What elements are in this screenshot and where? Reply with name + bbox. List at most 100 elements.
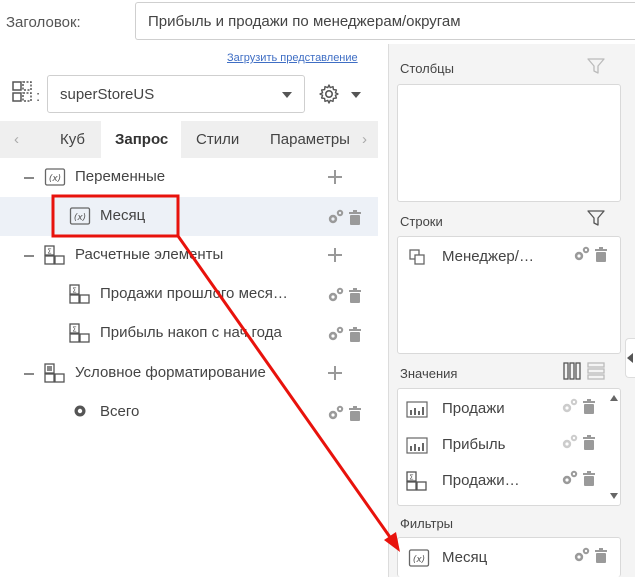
tree-label: Продажи прошлого меся… [100, 285, 288, 302]
variable-icon: (x) [44, 166, 66, 188]
svg-text:(x): (x) [74, 213, 86, 223]
cube-select-value: superStoreUS [60, 86, 155, 103]
svg-text:Σ: Σ [72, 287, 76, 295]
title-input[interactable]: Прибыль и продажи по менеджерам/округам [135, 2, 635, 40]
delete-trash-icon [583, 399, 595, 414]
tree-item-month[interactable]: (x) Месяц [0, 197, 378, 236]
tree-item-prev-month-sales[interactable]: Σ Продажи прошлого меся… [0, 275, 378, 314]
settings-gears-icon [328, 326, 344, 341]
chevron-down-icon [282, 92, 292, 98]
tree-group-conditional-format[interactable]: Условное форматирование [0, 354, 378, 393]
row-actions[interactable] [326, 285, 366, 305]
scroll-up-icon[interactable] [610, 395, 618, 401]
svg-text:Σ: Σ [47, 248, 51, 256]
delete-trash-icon [349, 288, 361, 303]
calculated-icon: Σ [69, 322, 91, 344]
columns-title: Столбцы [400, 61, 454, 76]
delete-trash-icon [583, 471, 595, 486]
filter-icon[interactable] [587, 57, 605, 75]
tab-bar: ‹ Куб Запрос Стили Параметры › [0, 121, 378, 158]
filters-item-label[interactable]: Месяц [442, 549, 487, 566]
row-actions[interactable] [326, 207, 366, 227]
add-format-plus-icon[interactable] [328, 366, 342, 380]
panel-collapse-handle[interactable] [625, 338, 635, 378]
tree-label: Расчетные элементы [75, 246, 224, 263]
row-actions[interactable] [572, 545, 612, 565]
filters-title: Фильтры [400, 516, 454, 531]
filter-icon[interactable] [587, 209, 605, 227]
svg-text:(x): (x) [49, 174, 61, 184]
tab-parameters[interactable]: Параметры [258, 121, 362, 158]
tree-label: Месяц [100, 207, 146, 224]
values-scrollbar[interactable] [610, 395, 618, 499]
load-view-link[interactable]: Загрузить представление [227, 52, 358, 64]
row-actions[interactable] [560, 468, 600, 488]
collapse-minus-icon[interactable] [24, 255, 34, 257]
settings-gear-icon[interactable] [317, 82, 341, 106]
tree-item-profit-ytd[interactable]: Σ Прибыль накоп с нач года [0, 314, 378, 353]
settings-gears-icon [328, 405, 344, 420]
cube-colon: : [36, 88, 41, 105]
tree-group-variables[interactable]: (x) Переменные [0, 158, 378, 197]
tree-label: Условное форматирование [75, 364, 266, 381]
rows-item-label[interactable]: Менеджер/… [442, 248, 534, 265]
gear-dropdown-caret-icon[interactable] [351, 92, 361, 98]
scroll-down-icon[interactable] [610, 493, 618, 499]
settings-gears-icon [562, 398, 578, 413]
values-item-label[interactable]: Продажи… [442, 472, 520, 489]
row-actions[interactable] [326, 324, 366, 344]
settings-gears-icon [574, 246, 590, 261]
row-actions[interactable] [572, 244, 612, 264]
radio-dot-icon [73, 403, 95, 425]
conditional-format-icon [44, 362, 66, 384]
tree-label: Переменные [75, 168, 166, 185]
rows-drop-zone[interactable]: Менеджер/… [397, 236, 621, 354]
values-item-label[interactable]: Продажи [442, 400, 505, 417]
add-calculated-plus-icon[interactable] [328, 248, 342, 262]
settings-gears-icon [562, 470, 578, 485]
variable-icon: (x) [408, 547, 430, 569]
tab-query[interactable]: Запрос [101, 121, 181, 158]
settings-gears-icon [328, 209, 344, 224]
tab-scroll-right-icon[interactable]: › [362, 131, 367, 148]
settings-gears-icon [574, 547, 590, 562]
collapse-minus-icon[interactable] [24, 373, 34, 375]
measure-icon [406, 434, 428, 456]
layout-panel: Столбцы Строки Менеджер/… Значения Прода… [389, 44, 635, 577]
rows-title: Строки [400, 214, 443, 229]
tree-group-calculated[interactable]: Σ Расчетные элементы [0, 236, 378, 275]
row-actions[interactable] [560, 432, 600, 452]
tree-item-total[interactable]: Всего [0, 393, 378, 432]
values-item-label[interactable]: Прибыль [442, 436, 505, 453]
svg-text:Σ: Σ [72, 326, 76, 334]
rows-layout-icon[interactable] [587, 362, 605, 380]
measure-icon [406, 398, 428, 420]
tab-scroll-left-icon[interactable]: ‹ [14, 131, 19, 148]
add-variable-plus-icon[interactable] [328, 170, 342, 184]
calculated-icon: Σ [406, 470, 428, 492]
delete-trash-icon [349, 327, 361, 342]
settings-gears-icon [562, 434, 578, 449]
delete-trash-icon [595, 548, 607, 563]
tab-styles[interactable]: Стили [186, 121, 254, 158]
tab-cube[interactable]: Куб [48, 121, 98, 158]
variable-icon: (x) [69, 205, 91, 227]
cube-icon [11, 80, 37, 106]
values-title: Значения [400, 366, 458, 381]
values-drop-zone[interactable]: Продажи Прибыль Σ Продажи… [397, 388, 621, 506]
tree-label: Всего [100, 403, 140, 420]
filters-drop-zone[interactable]: (x) Месяц [397, 537, 621, 577]
cube-select[interactable]: superStoreUS [47, 75, 305, 113]
delete-trash-icon [349, 210, 361, 225]
calculated-icon: Σ [69, 283, 91, 305]
tree-label: Прибыль накоп с нач года [100, 324, 282, 341]
row-actions[interactable] [560, 396, 600, 416]
collapse-minus-icon[interactable] [24, 177, 34, 179]
columns-drop-zone[interactable] [397, 84, 621, 202]
delete-trash-icon [583, 435, 595, 450]
row-actions[interactable] [326, 403, 366, 423]
delete-trash-icon [595, 247, 607, 262]
hierarchy-icon [408, 247, 430, 269]
svg-text:(x): (x) [413, 555, 425, 565]
columns-layout-icon[interactable] [563, 362, 581, 380]
